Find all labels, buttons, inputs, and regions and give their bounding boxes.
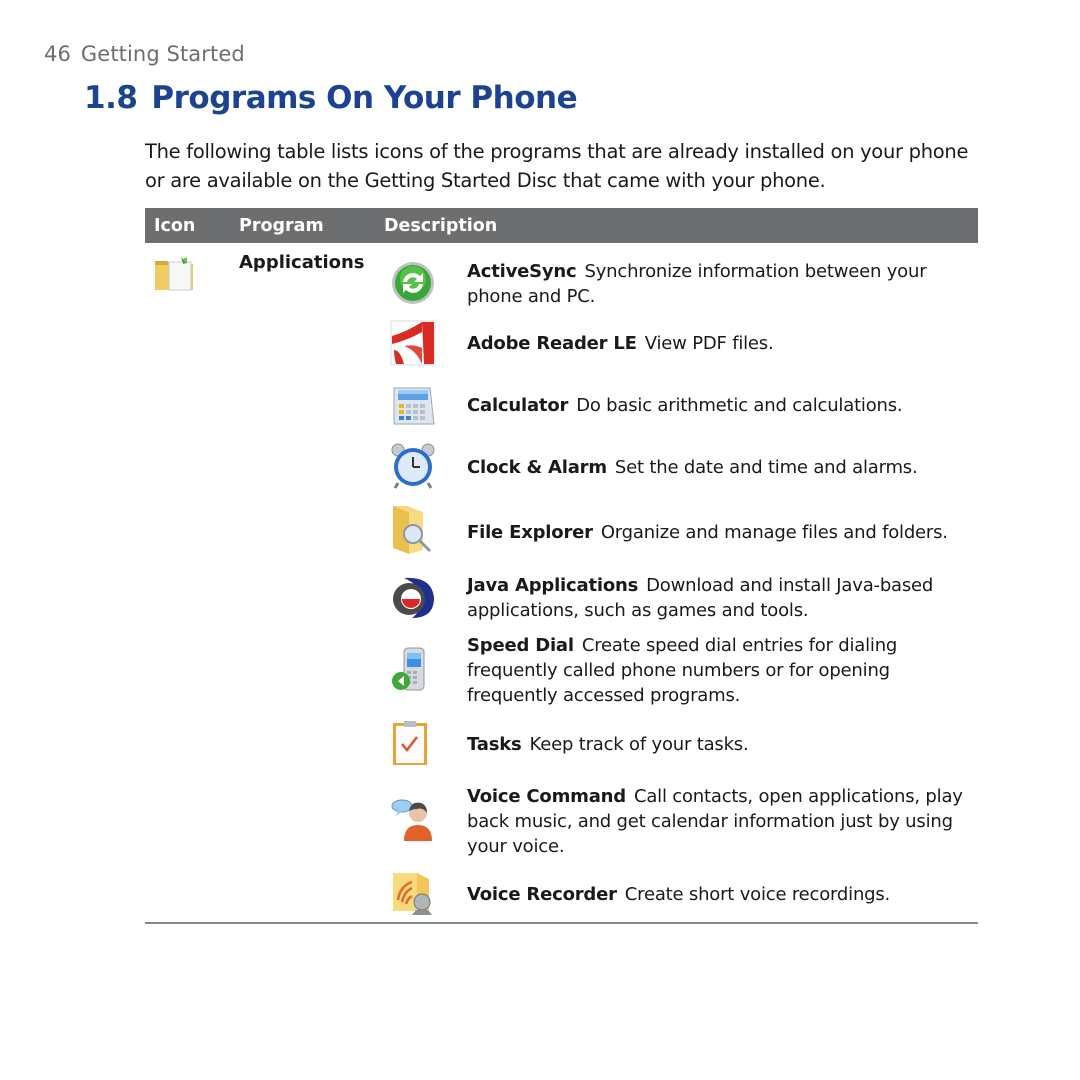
tasks-icon	[393, 721, 427, 765]
page-number: 46	[44, 42, 71, 66]
java-icon	[393, 577, 434, 618]
column-header-description: Description	[384, 216, 498, 236]
program-description-text: Create short voice recordings.	[624, 884, 891, 905]
voice-command-icon	[391, 799, 432, 841]
program-description: Voice Recorder Create short voice recordi…	[467, 882, 977, 907]
applications-folder-icon	[155, 257, 193, 291]
program-name: ActiveSync	[467, 261, 577, 282]
voice-recorder-icon	[393, 873, 432, 915]
program-description-text: View PDF files.	[644, 333, 774, 354]
program-name: File Explorer	[467, 522, 593, 543]
file-explorer-icon	[393, 506, 432, 554]
program-description-text: Keep track of your tasks.	[529, 734, 749, 755]
speed-dial-icon	[392, 647, 425, 691]
program-name: Tasks	[467, 734, 522, 755]
table-header: Icon Program Description	[145, 208, 978, 243]
program-description: Tasks Keep track of your tasks.	[467, 732, 977, 757]
section-title-text: Programs On Your Phone	[151, 80, 578, 116]
program-description-text: Do basic arithmetic and calculations.	[576, 395, 903, 416]
program-description: Adobe Reader LE View PDF files.	[467, 331, 977, 356]
program-name: Calculator	[467, 395, 569, 416]
running-head: 46 Getting Started	[44, 42, 245, 66]
program-name: Voice Command	[467, 786, 626, 807]
program-description-text: Set the date and time and alarms.	[614, 457, 918, 478]
program-description: Speed Dial Create speed dial entries for …	[467, 633, 977, 708]
program-description: Voice Command Call contacts, open applica…	[467, 784, 977, 859]
program-name: Adobe Reader LE	[467, 333, 637, 354]
program-description: Calculator Do basic arithmetic and calcul…	[467, 393, 977, 418]
column-header-program: Program	[239, 216, 324, 236]
program-name: Clock & Alarm	[467, 457, 607, 478]
program-description: Java Applications Download and install Ja…	[467, 573, 977, 623]
program-name: Java Applications	[467, 575, 639, 596]
adobe-reader-icon	[390, 320, 436, 366]
program-description: File Explorer Organize and manage files a…	[467, 520, 977, 545]
running-head-title: Getting Started	[80, 42, 245, 66]
program-name: Speed Dial	[467, 635, 574, 656]
calculator-icon	[393, 387, 435, 425]
alarm-clock-icon	[391, 443, 435, 489]
category-label: Applications	[239, 252, 365, 273]
table-bottom-rule	[145, 922, 978, 924]
intro-paragraph: The following table lists icons of the p…	[145, 140, 969, 192]
section-title: 1.8 Programs On Your Phone	[84, 80, 578, 116]
program-description: ActiveSync Synchronize information betwee…	[467, 259, 977, 309]
section-number: 1.8	[84, 80, 138, 116]
program-description: Clock & Alarm Set the date and time and a…	[467, 455, 977, 480]
column-header-icon: Icon	[154, 216, 196, 236]
activesync-icon	[392, 262, 434, 304]
program-name: Voice Recorder	[467, 884, 617, 905]
program-description-text: Organize and manage files and folders.	[600, 522, 948, 543]
